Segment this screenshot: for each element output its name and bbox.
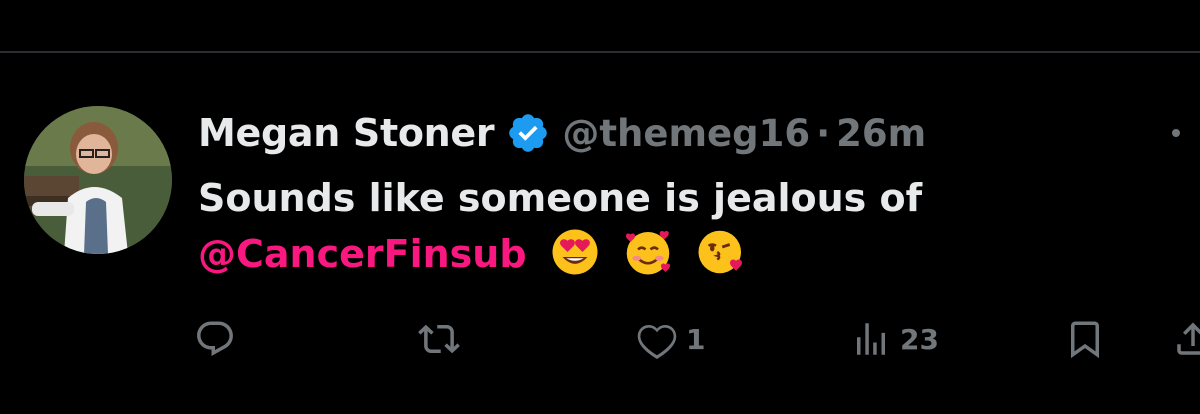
views-icon [857,323,885,355]
views-count: 23 [900,322,939,356]
tweet-text-line1: Sounds like someone is jealous of [198,176,923,220]
retweet-icon [418,324,460,354]
face-blowing-kiss-emoji-icon [698,230,743,274]
avatar[interactable] [24,106,172,254]
views-button[interactable]: 23 [850,312,939,366]
tweet-text-line2: @CancerFinsub [198,226,1178,282]
retweet-button[interactable] [418,312,468,366]
bookmark-button[interactable] [1064,312,1106,366]
tweet-text: Sounds like someone is jealous of @Cance… [198,170,1178,282]
tweet-actions: 1 23 [0,312,1200,366]
more-options-icon[interactable] [1172,108,1180,158]
verified-badge-icon[interactable] [506,111,550,155]
avatar-photo [24,106,172,254]
more-dot [1172,129,1180,137]
author-name[interactable]: Megan Stoner [198,111,495,155]
separator-dot: · [816,111,831,155]
smiling-face-with-hearts-emoji-icon [625,230,671,275]
share-button[interactable] [1172,312,1200,366]
like-button[interactable]: 1 [636,312,705,366]
like-count: 1 [686,322,706,356]
top-divider [0,51,1200,53]
share-icon [1177,322,1200,355]
mention-link[interactable]: @CancerFinsub [198,232,527,276]
tweet-header: Megan Stoner @themeg16 · 26m [198,108,926,158]
reply-button[interactable] [194,312,244,366]
timestamp[interactable]: 26m [836,112,926,155]
author-handle[interactable]: @themeg16 [562,112,810,155]
reply-icon [197,321,233,356]
heart-icon [637,324,677,360]
bookmark-icon [1071,321,1099,359]
heart-eyes-emoji-icon [552,229,598,275]
